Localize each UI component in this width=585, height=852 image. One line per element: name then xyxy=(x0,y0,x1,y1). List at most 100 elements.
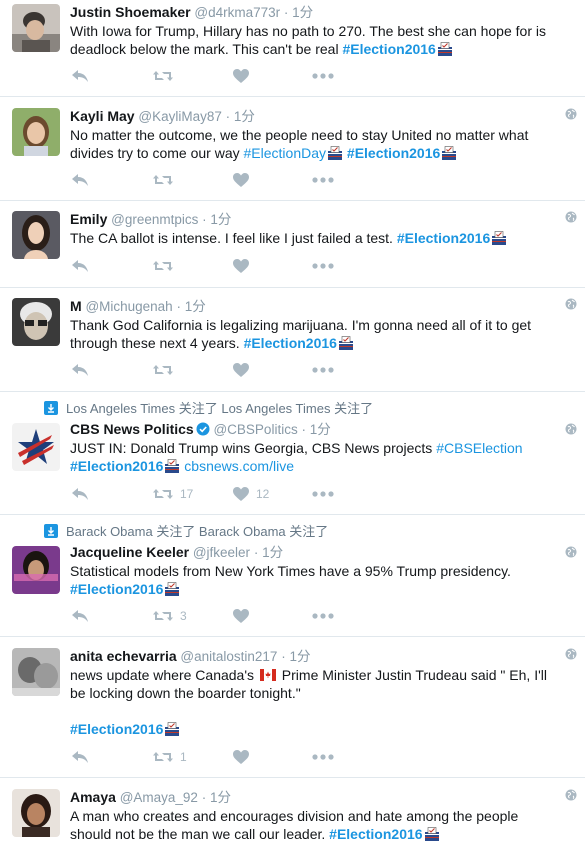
avatar[interactable] xyxy=(12,4,60,52)
retweet-icon xyxy=(152,749,174,765)
retweet-icon xyxy=(152,172,174,188)
retweet-button[interactable] xyxy=(152,258,232,274)
like-button[interactable] xyxy=(232,68,312,84)
reply-button[interactable] xyxy=(70,608,152,624)
more-button[interactable] xyxy=(312,754,334,760)
author-name[interactable]: CBS News Politics xyxy=(70,421,194,437)
ballot-box-icon xyxy=(441,146,457,160)
author-name[interactable]: Emily xyxy=(70,211,107,227)
ballot-box-icon xyxy=(327,146,343,160)
heart-icon xyxy=(232,749,250,765)
tweet[interactable]: Justin Shoemaker @d4rkma773r · 1分 With I… xyxy=(0,0,585,97)
avatar[interactable] xyxy=(12,423,60,471)
url-link[interactable]: cbsnews.com/live xyxy=(184,458,294,474)
hashtag-link[interactable]: #CBSElection xyxy=(436,440,522,456)
timestamp[interactable]: 1分 xyxy=(262,545,283,560)
ballot-box-icon xyxy=(164,459,180,473)
reply-button[interactable] xyxy=(70,486,152,502)
like-button[interactable] xyxy=(232,608,312,624)
globe-icon xyxy=(565,108,577,120)
author-name[interactable]: anita echevarria xyxy=(70,648,177,664)
more-button[interactable] xyxy=(312,177,334,183)
retweet-button[interactable]: 1 xyxy=(152,749,232,765)
reply-icon xyxy=(70,362,90,378)
like-button[interactable] xyxy=(232,172,312,188)
reply-button[interactable] xyxy=(70,362,152,378)
author-handle[interactable]: @KayliMay87 xyxy=(138,109,222,124)
author-name[interactable]: Jacqueline Keeler xyxy=(70,544,189,560)
more-button[interactable] xyxy=(312,367,334,373)
tweet-actions xyxy=(70,361,334,379)
like-count: 12 xyxy=(256,487,270,501)
author-name[interactable]: M xyxy=(70,298,82,314)
hashtag-link[interactable]: #Election2016 xyxy=(397,230,490,246)
author-handle[interactable]: @Michugenah xyxy=(85,299,172,314)
tweet-actions: 3 xyxy=(70,607,334,625)
timestamp[interactable]: 1分 xyxy=(289,649,310,664)
tweet[interactable]: Los Angeles Times 关注了 Los Angeles Times … xyxy=(0,392,585,515)
tweet[interactable]: M @Michugenah · 1分 Thank God California … xyxy=(0,288,585,392)
avatar[interactable] xyxy=(12,789,60,837)
author-handle[interactable]: @jfkeeler xyxy=(193,545,250,560)
author-name[interactable]: Kayli May xyxy=(70,108,135,124)
author-handle[interactable]: @greenmtpics xyxy=(111,212,198,227)
like-button[interactable] xyxy=(232,258,312,274)
reply-button[interactable] xyxy=(70,172,152,188)
retweet-icon xyxy=(152,362,174,378)
more-button[interactable] xyxy=(312,73,334,79)
tweet[interactable]: Amaya @Amaya_92 · 1分 A man who creates a… xyxy=(0,778,585,852)
hashtag-link[interactable]: #Election2016 xyxy=(347,145,440,161)
hashtag-link[interactable]: #Election2016 xyxy=(342,41,435,57)
hashtag-link[interactable]: #Election2016 xyxy=(70,581,163,597)
hashtag-link[interactable]: #Election2016 xyxy=(70,458,163,474)
hashtag-link[interactable]: #Election2016 xyxy=(329,826,422,842)
author-handle[interactable]: @CBSPolitics xyxy=(213,422,297,437)
tweet[interactable]: Emily @greenmtpics · 1分 The CA ballot is… xyxy=(0,201,585,288)
retweet-button[interactable]: 3 xyxy=(152,608,232,624)
hashtag-link[interactable]: #Election2016 xyxy=(70,721,163,737)
timestamp[interactable]: 1分 xyxy=(185,299,206,314)
reply-button[interactable] xyxy=(70,68,152,84)
more-button[interactable] xyxy=(312,263,334,269)
like-button[interactable] xyxy=(232,749,312,765)
ballot-box-icon xyxy=(437,42,453,56)
author-handle[interactable]: @anitalostin217 xyxy=(180,649,277,664)
retweet-button[interactable] xyxy=(152,362,232,378)
hashtag-link[interactable]: #Election2016 xyxy=(244,335,337,351)
more-button[interactable] xyxy=(312,613,334,619)
like-button[interactable]: 12 xyxy=(232,486,312,502)
tweet[interactable]: anita echevarria @anitalostin217 · 1分 ne… xyxy=(0,637,585,778)
timestamp[interactable]: 1分 xyxy=(310,422,331,437)
hashtag-link[interactable]: #ElectionDay xyxy=(244,145,327,161)
more-button[interactable] xyxy=(312,491,334,497)
timestamp[interactable]: 1分 xyxy=(234,109,255,124)
author-handle[interactable]: @Amaya_92 xyxy=(120,790,198,805)
reply-button[interactable] xyxy=(70,749,152,765)
retweet-button[interactable] xyxy=(152,172,232,188)
timestamp[interactable]: 1分 xyxy=(210,790,231,805)
author-handle[interactable]: @d4rkma773r xyxy=(194,5,280,20)
author-name[interactable]: Amaya xyxy=(70,789,116,805)
retweet-button[interactable]: 17 xyxy=(152,486,232,502)
timestamp[interactable]: 1分 xyxy=(210,212,231,227)
avatar[interactable] xyxy=(12,108,60,156)
avatar[interactable] xyxy=(12,298,60,346)
tweet-header: CBS News Politics @CBSPolitics · 1分 xyxy=(70,420,557,439)
like-button[interactable] xyxy=(232,362,312,378)
heart-icon xyxy=(232,258,250,274)
follow-context: Los Angeles Times 关注了 Los Angeles Times … xyxy=(44,398,373,417)
avatar[interactable] xyxy=(12,211,60,259)
ballot-box-icon xyxy=(338,336,354,350)
author-name[interactable]: Justin Shoemaker xyxy=(70,4,191,20)
tweet[interactable]: Barack Obama 关注了 Barack Obama 关注了 Jacque… xyxy=(0,515,585,637)
avatar[interactable] xyxy=(12,648,60,696)
retweet-button[interactable] xyxy=(152,68,232,84)
ballot-box-icon xyxy=(164,582,180,596)
reply-button[interactable] xyxy=(70,258,152,274)
timestamp[interactable]: 1分 xyxy=(292,5,313,20)
follow-context-text[interactable]: Los Angeles Times 关注了 Los Angeles Times … xyxy=(66,398,373,417)
globe-icon xyxy=(565,423,577,435)
follow-context-text[interactable]: Barack Obama 关注了 Barack Obama 关注了 xyxy=(66,521,328,540)
avatar[interactable] xyxy=(12,546,60,594)
tweet[interactable]: Kayli May @KayliMay87 · 1分 No matter the… xyxy=(0,97,585,201)
